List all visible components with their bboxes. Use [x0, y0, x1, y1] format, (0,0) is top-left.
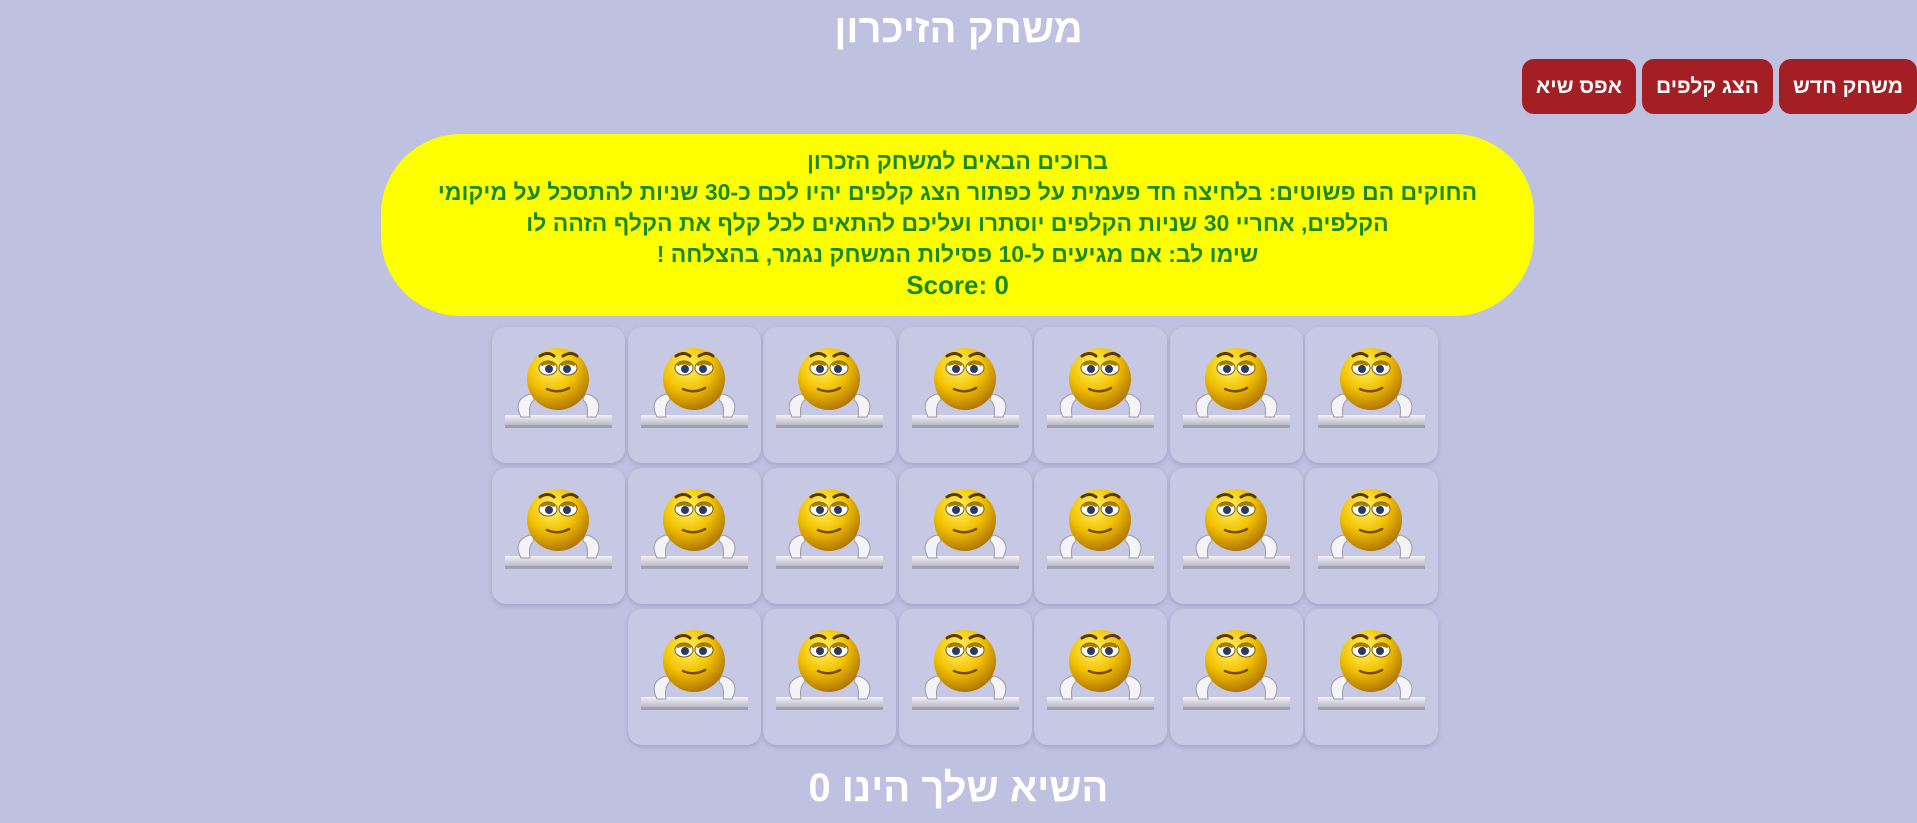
memory-card[interactable]: [1305, 609, 1438, 745]
instructions-panel: ברוכים הבאים למשחק הזכרון החוקים הם פשוט…: [381, 134, 1534, 316]
memory-card[interactable]: [628, 327, 761, 463]
memory-card[interactable]: [1170, 609, 1303, 745]
card-row: [492, 327, 1438, 468]
memory-card[interactable]: [492, 327, 625, 463]
card-board: [492, 327, 1438, 750]
page-title: משחק הזיכרון: [834, 7, 1083, 51]
new-game-button[interactable]: משחק חדש: [1778, 59, 1917, 114]
record-display: השיא שלך הינו 0: [808, 766, 1109, 810]
rules-text-line-1: החוקים הם פשוטים: בלחיצה חד פעמית על כפת…: [437, 179, 1478, 205]
memory-card[interactable]: [899, 609, 1032, 745]
memory-card[interactable]: [763, 327, 896, 463]
reset-record-button[interactable]: אפס שיא: [1521, 59, 1637, 114]
memory-card[interactable]: [1170, 327, 1303, 463]
memory-card[interactable]: [1034, 327, 1167, 463]
memory-card[interactable]: [628, 609, 761, 745]
toolbar: משחק חדש הצג קלפים אפס שיא: [1521, 59, 1917, 114]
welcome-text: ברוכים הבאים למשחק הזכרון: [806, 148, 1109, 174]
rules-text-line-2: הקלפים, אחריי 30 שניות הקלפים יוסתרו ועל…: [526, 210, 1389, 236]
show-cards-button[interactable]: הצג קלפים: [1642, 59, 1773, 114]
score-display: Score: 0: [906, 270, 1009, 300]
memory-card[interactable]: [763, 609, 896, 745]
memory-card[interactable]: [899, 468, 1032, 604]
memory-card[interactable]: [492, 468, 625, 604]
memory-card[interactable]: [763, 468, 896, 604]
memory-card[interactable]: [1034, 609, 1167, 745]
warning-text: שימו לב: אם מגיעים ל-10 פסילות המשחק נגמ…: [656, 241, 1259, 267]
memory-card[interactable]: [899, 327, 1032, 463]
card-row: [492, 609, 1438, 750]
card-row: [492, 468, 1438, 609]
memory-card[interactable]: [1305, 468, 1438, 604]
memory-card[interactable]: [1034, 468, 1167, 604]
memory-card[interactable]: [1305, 327, 1438, 463]
memory-card[interactable]: [628, 468, 761, 604]
memory-card[interactable]: [1170, 468, 1303, 604]
